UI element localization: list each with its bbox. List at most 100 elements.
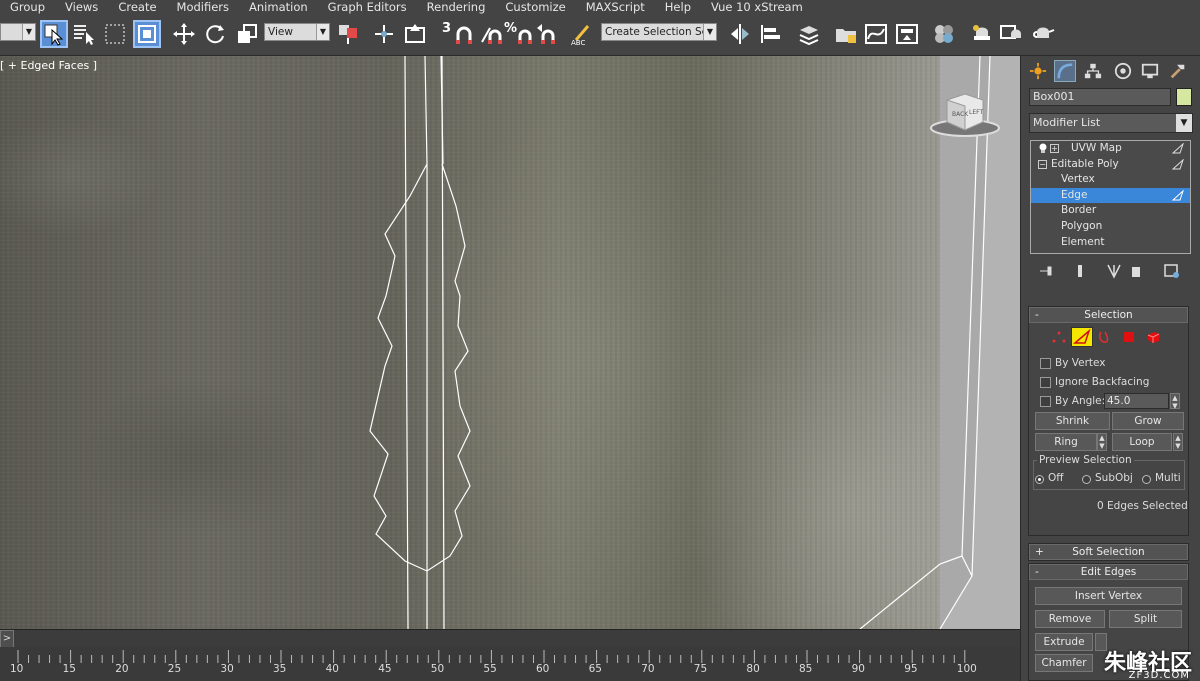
menu-item-maxscript[interactable]: MAXScript — [576, 0, 655, 14]
perspective-viewport[interactable]: [ + Edged Faces ] BACK LEFT — [0, 56, 1020, 629]
selection-rollout-header[interactable]: - Selection — [1029, 307, 1188, 323]
use-pivot-button[interactable] — [334, 20, 362, 48]
stack-item-element[interactable]: Element — [1031, 235, 1190, 251]
shrink-button[interactable]: Shrink — [1035, 412, 1110, 430]
scene-explorer-button[interactable] — [832, 20, 860, 48]
lightbulb-icon[interactable] — [1038, 143, 1048, 154]
by-angle-checkbox[interactable] — [1040, 396, 1051, 407]
preview-subobj-radio[interactable] — [1082, 475, 1091, 484]
menu-item-customize[interactable]: Customize — [495, 0, 575, 14]
menu-item-help[interactable]: Help — [655, 0, 701, 14]
grow-button[interactable]: Grow — [1112, 412, 1184, 430]
rect-marquee-icon — [105, 24, 125, 44]
select-by-name-button[interactable] — [70, 20, 98, 48]
motion-tab[interactable] — [1112, 60, 1134, 82]
menu-item-animation[interactable]: Animation — [239, 0, 318, 14]
spinner-snap-button[interactable] — [533, 20, 561, 48]
time-slider[interactable]: > — [0, 629, 1020, 648]
make-unique-button[interactable] — [1105, 262, 1123, 280]
stack-item-editable-poly[interactable]: − Editable Poly — [1031, 157, 1190, 173]
angle-snap-button[interactable] — [478, 20, 506, 48]
move-button[interactable] — [170, 20, 198, 48]
stack-item-polygon[interactable]: Polygon — [1031, 219, 1190, 235]
render-setup-button[interactable] — [968, 20, 996, 48]
expand-toggle-icon[interactable]: + — [1050, 144, 1059, 153]
select-object-button[interactable] — [40, 20, 68, 48]
object-color-swatch[interactable] — [1176, 88, 1192, 106]
snaps-toggle-button[interactable] — [450, 20, 478, 48]
split-button[interactable]: Split — [1109, 610, 1182, 628]
window-crossing-button[interactable] — [133, 20, 161, 48]
element-mode-button[interactable] — [1145, 329, 1161, 345]
menu-item-graph-editors[interactable]: Graph Editors — [318, 0, 417, 14]
material-editor-button[interactable] — [930, 20, 958, 48]
mirror-button[interactable] — [726, 20, 754, 48]
render-production-button[interactable] — [1029, 20, 1057, 48]
element-cube-icon — [1147, 332, 1160, 343]
modifier-stack[interactable]: + UVW Map − Editable Poly Vertex Edge Bo… — [1030, 140, 1191, 254]
edit-named-selections-button[interactable]: ABC — [568, 20, 596, 48]
keyboard-shortcut-override-button[interactable] — [401, 20, 429, 48]
layer-manager-button[interactable] — [795, 20, 823, 48]
menu-item-modifiers[interactable]: Modifiers — [167, 0, 240, 14]
menu-item-create[interactable]: Create — [108, 0, 166, 14]
time-slider-handle[interactable]: > — [0, 630, 14, 648]
by-vertex-checkbox[interactable] — [1040, 358, 1051, 369]
extrude-button[interactable]: Extrude — [1035, 633, 1093, 651]
rectangular-selection-button[interactable] — [101, 20, 129, 48]
object-name-field[interactable]: Box001 — [1029, 88, 1171, 106]
soft-selection-rollout-header[interactable]: + Soft Selection — [1029, 544, 1188, 560]
sub-object-triangle-icon — [1172, 158, 1184, 170]
stack-item-border[interactable]: Border — [1031, 203, 1190, 219]
schematic-view-button[interactable] — [893, 20, 921, 48]
edge-mode-button[interactable] — [1071, 327, 1093, 347]
menu-item-views[interactable]: Views — [55, 0, 108, 14]
display-tab[interactable] — [1139, 60, 1161, 82]
insert-vertex-button[interactable]: Insert Vertex — [1035, 587, 1182, 605]
collapse-toggle-icon[interactable]: − — [1038, 159, 1047, 169]
vertex-mode-button[interactable] — [1051, 329, 1067, 345]
viewport-label[interactable]: [ + Edged Faces ] — [0, 59, 97, 72]
preview-off-radio[interactable] — [1035, 475, 1044, 484]
rotate-button[interactable] — [201, 20, 229, 48]
menu-item-rendering[interactable]: Rendering — [417, 0, 496, 14]
ring-spinner[interactable]: ▲ ▼ — [1097, 433, 1107, 451]
stack-item-vertex[interactable]: Vertex — [1031, 172, 1190, 188]
viewcube-icon[interactable]: BACK LEFT — [925, 86, 1005, 146]
scale-button[interactable] — [233, 20, 261, 48]
configure-modifier-sets-button[interactable] — [1163, 262, 1181, 280]
loop-button[interactable]: Loop — [1112, 433, 1172, 451]
align-button[interactable] — [757, 20, 785, 48]
remove-button[interactable]: Remove — [1035, 610, 1105, 628]
angle-value-field[interactable]: 45.0 — [1104, 393, 1169, 409]
chamfer-button[interactable]: Chamfer — [1035, 654, 1093, 672]
hierarchy-tab[interactable] — [1082, 60, 1104, 82]
stack-item-edge[interactable]: Edge — [1031, 187, 1190, 204]
modifier-list-dropdown[interactable]: Modifier List ▼ — [1029, 113, 1193, 133]
stack-item-uvw-map[interactable]: + UVW Map — [1031, 141, 1190, 157]
rendered-frame-window-button[interactable] — [997, 20, 1025, 48]
remove-modifier-button[interactable] — [1127, 262, 1145, 280]
selection-filter-dropdown[interactable]: ▼ — [0, 23, 36, 41]
modify-tab[interactable] — [1054, 60, 1076, 82]
angle-spinner[interactable]: ▲ ▼ — [1170, 393, 1180, 410]
menu-item-group[interactable]: Group — [0, 0, 55, 14]
named-selection-sets-dropdown[interactable]: Create Selection Se ▼ — [601, 23, 717, 41]
preview-multi-radio[interactable] — [1142, 475, 1151, 484]
loop-spinner[interactable]: ▲ ▼ — [1173, 433, 1183, 451]
border-mode-button[interactable] — [1097, 329, 1113, 345]
utilities-tab[interactable] — [1167, 60, 1189, 82]
select-manipulate-button[interactable] — [370, 20, 398, 48]
edit-edges-rollout-header[interactable]: - Edit Edges — [1029, 564, 1188, 580]
polygon-mode-button[interactable] — [1121, 329, 1137, 345]
ring-button[interactable]: Ring — [1035, 433, 1097, 451]
ignore-backfacing-checkbox[interactable] — [1040, 377, 1051, 388]
reference-coordinate-dropdown[interactable]: View ▼ — [264, 23, 330, 41]
show-end-result-button[interactable] — [1071, 262, 1089, 280]
create-tab[interactable] — [1027, 60, 1049, 82]
curve-editor-button[interactable] — [862, 20, 890, 48]
edged-faces-wireframe — [369, 56, 1020, 629]
menu-item-vue-10-xstream[interactable]: Vue 10 xStream — [701, 0, 813, 14]
pin-stack-button[interactable] — [1037, 262, 1055, 280]
track-bar[interactable]: 10 15 20 25 30 35 40 45 50 55 60 65 70 75 80 85 90 95 100 — [0, 647, 1020, 681]
